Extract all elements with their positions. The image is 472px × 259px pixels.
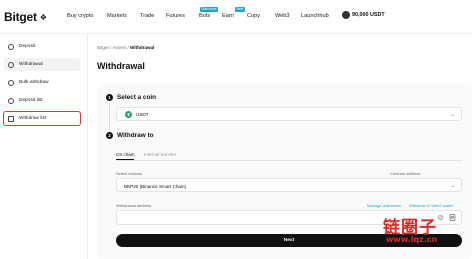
- coin-select[interactable]: ₮ USDT ⌄: [116, 107, 462, 121]
- sidebar-item-label: Withdraw list: [19, 116, 47, 121]
- tab-divider: [116, 160, 462, 161]
- site-watermark: 链圈子 www.lqz.cn: [383, 213, 472, 257]
- step-1-number: 1: [106, 94, 113, 101]
- chevron-down-icon: ⌄: [450, 112, 455, 118]
- nav-bots[interactable]: Bots: [199, 13, 210, 19]
- address-input[interactable]: [117, 211, 417, 224]
- nav-trade[interactable]: Trade: [140, 13, 154, 19]
- breadcrumb-bitget[interactable]: Bitget: [97, 45, 109, 50]
- breadcrumb-current: Withdrawal: [129, 45, 155, 50]
- logo-mark-icon: ❖: [39, 12, 47, 22]
- sidebar-item-label: Bulk withdraw: [19, 80, 49, 85]
- network-select[interactable]: BEP20 (Binance Smart Chain) ⌄: [116, 178, 462, 192]
- nav-launchhub[interactable]: Launchhub: [301, 13, 329, 19]
- step-connector: [109, 103, 110, 131]
- breadcrumb-assets[interactable]: Assets: [112, 45, 126, 50]
- top-navigation: Bitget ❖ Buy crypto Markets Trade Future…: [0, 0, 472, 34]
- step-2-number: 2: [106, 132, 113, 139]
- sidebar-item-label: Deposit list: [19, 98, 43, 103]
- breadcrumb-separator: /: [127, 45, 129, 50]
- bulk-withdraw-icon: [8, 79, 14, 86]
- withdraw-list-icon: [8, 115, 14, 122]
- account-balance[interactable]: 90,000 USDT: [342, 11, 385, 19]
- page-title: Withdrawal: [97, 61, 145, 71]
- usdt-icon: ₮: [125, 110, 132, 118]
- bots-badge: Discounts: [200, 7, 218, 12]
- network-label: Select network: [116, 171, 143, 176]
- network-value: BEP20 (Binance Smart Chain): [124, 183, 187, 189]
- deposit-icon: [8, 43, 14, 50]
- step-2-title: Withdraw to: [117, 132, 154, 139]
- withdrawal-icon: [8, 61, 14, 68]
- sidebar: Deposit Withdrawal Bulk withdraw Deposit…: [0, 34, 88, 259]
- sidebar-item-withdrawal[interactable]: Withdrawal: [4, 58, 80, 71]
- sidebar-item-deposit[interactable]: Deposit: [4, 40, 80, 53]
- earn-badge: New: [235, 7, 245, 12]
- contract-address-label[interactable]: Contract address: [390, 171, 420, 176]
- sidebar-item-bulk-withdraw[interactable]: Bulk withdraw: [4, 76, 80, 89]
- wallet-icon: [342, 11, 350, 19]
- nav-earn[interactable]: Earn: [222, 13, 234, 19]
- nav-copy[interactable]: Copy: [247, 13, 260, 19]
- address-label: Withdrawal address: [116, 203, 152, 208]
- step-1-title: Select a coin: [117, 94, 157, 101]
- sidebar-item-label: Deposit: [19, 44, 36, 49]
- nav-markets[interactable]: Markets: [107, 13, 127, 19]
- sidebar-item-withdraw-list[interactable]: Withdraw list: [3, 111, 81, 126]
- logo-text: Bitget: [4, 10, 37, 24]
- chevron-down-icon: ⌄: [450, 183, 455, 189]
- breadcrumb: Bitget / Assets / Withdrawal: [97, 45, 154, 50]
- tab-internal-transfer[interactable]: Internal transfer: [144, 152, 176, 157]
- sidebar-item-deposit-list[interactable]: Deposit list: [4, 94, 80, 107]
- sidebar-item-label: Withdrawal: [19, 62, 43, 67]
- nav-buy-crypto[interactable]: Buy crypto: [67, 13, 93, 19]
- balance-value: 90,000 USDT: [352, 12, 385, 18]
- nav-web3[interactable]: Web3: [275, 13, 290, 19]
- tab-on-chain[interactable]: On chain: [116, 152, 134, 157]
- coin-value: USDT: [136, 111, 149, 117]
- watermark-url: www.lqz.cn: [386, 235, 438, 244]
- manage-addresses-link[interactable]: Manage addresses: [367, 203, 401, 208]
- nav-futures[interactable]: Futures: [166, 13, 185, 19]
- web3-wallet-link[interactable]: Withdraw to Web3 wallet: [409, 203, 453, 208]
- list-icon: [8, 97, 14, 104]
- bitget-logo[interactable]: Bitget ❖: [4, 10, 47, 24]
